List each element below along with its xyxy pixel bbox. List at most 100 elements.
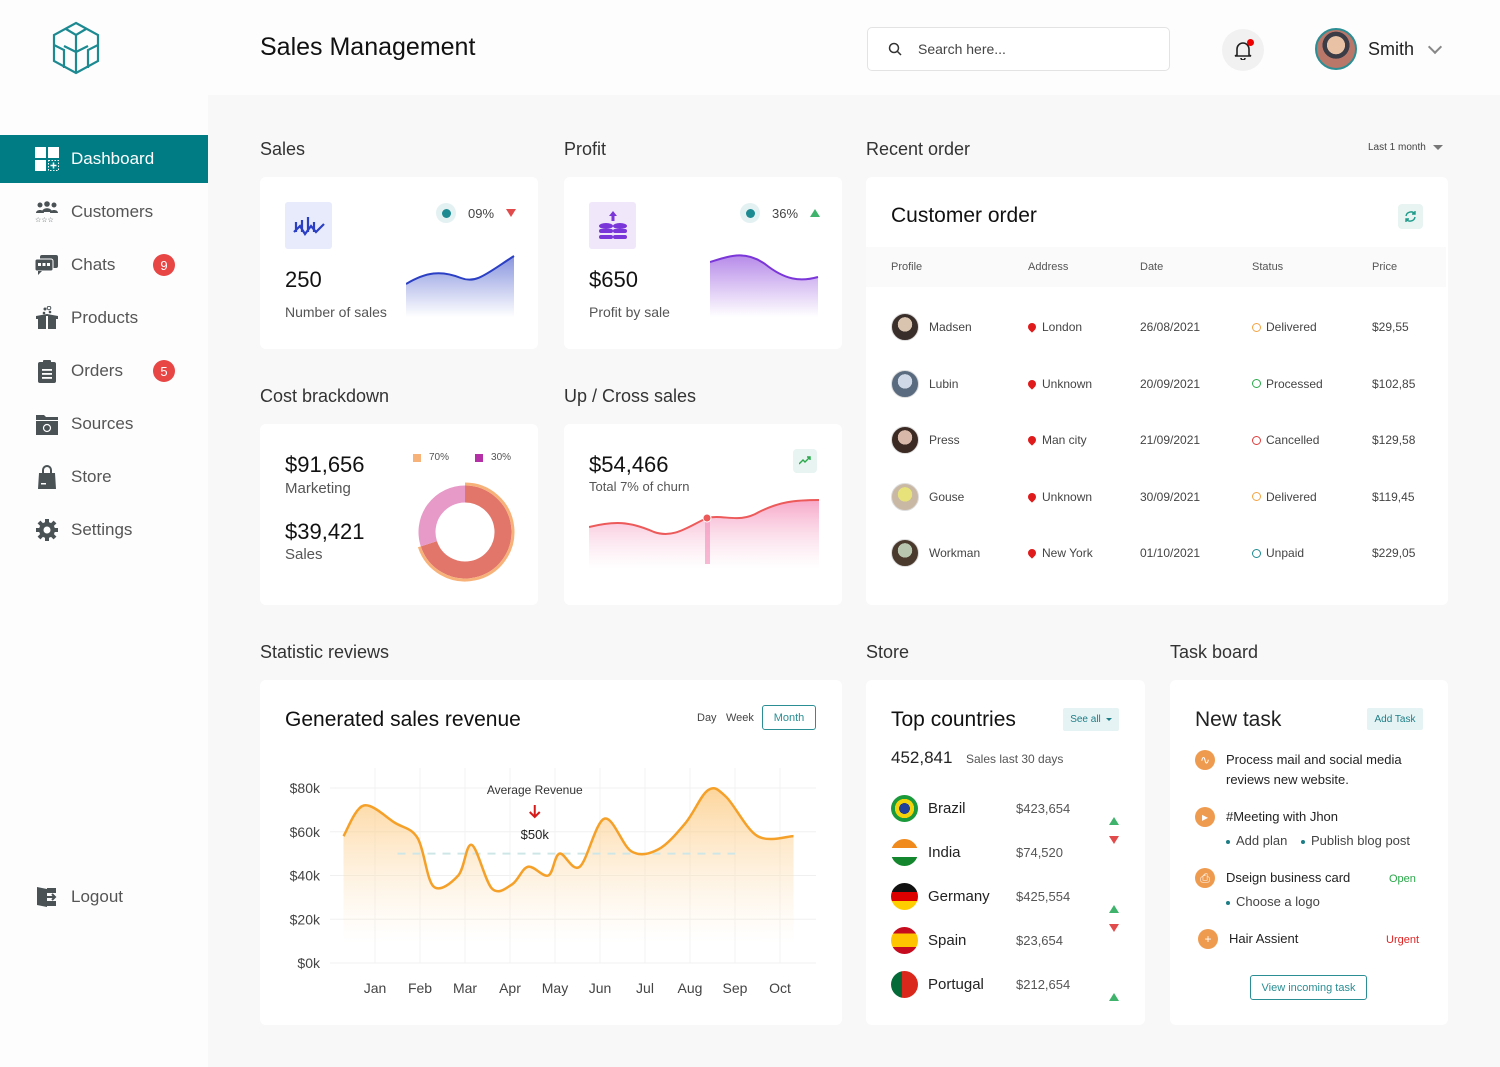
indicator-icon — [740, 203, 760, 223]
date-cell: 26/08/2021 — [1140, 320, 1201, 334]
country-row[interactable]: Brazil $423,654 — [891, 793, 1121, 825]
sidebar-item-products[interactable]: Products — [0, 294, 208, 342]
marketing-label: Marketing — [285, 480, 351, 497]
country-row[interactable]: Germany $425,554 — [891, 881, 1121, 913]
country-row[interactable]: Portugal $212,654 — [891, 969, 1121, 1001]
country-value: $423,654 — [1016, 800, 1071, 816]
notifications-button[interactable] — [1222, 29, 1264, 71]
settings-icon — [35, 518, 59, 542]
date-cell: 21/09/2021 — [1140, 433, 1201, 447]
customers-icon: ☆☆☆ — [35, 200, 59, 224]
refresh-icon — [1405, 211, 1416, 222]
tab-day[interactable]: Day — [697, 712, 717, 724]
table-row[interactable]: Lubin Unknown 20/09/2021 Processed $102,… — [866, 356, 1446, 412]
status-value: Unpaid — [1266, 546, 1305, 560]
sidebar-item-orders[interactable]: Orders 5 — [0, 347, 208, 395]
x-tick-label: Jan — [364, 980, 387, 996]
sidebar-item-label: Orders — [71, 361, 123, 380]
see-all-button[interactable]: See all — [1063, 708, 1119, 731]
country-value: $23,654 — [1016, 932, 1063, 948]
status-cell: Processed — [1252, 377, 1323, 391]
sidebar-item-dashboard[interactable]: Dashboard — [0, 135, 208, 183]
view-incoming-task-button[interactable]: View incoming task — [1250, 975, 1367, 1000]
sales-total: 452,841 — [891, 748, 953, 767]
subtask[interactable]: Publish blog post — [1301, 833, 1410, 848]
sources-icon — [35, 412, 59, 436]
tab-week[interactable]: Week — [726, 712, 754, 724]
task-card: New task Add Task ∿ Process mail and soci… — [1170, 680, 1448, 1025]
orders-filter-dropdown[interactable]: Last 1 month — [1368, 142, 1443, 153]
sidebar-item-customers[interactable]: ☆☆☆ Customers — [0, 188, 208, 236]
logout-button[interactable]: Logout — [35, 885, 123, 909]
user-menu[interactable]: Smith — [1315, 28, 1443, 70]
orders-section-title: Recent order — [866, 139, 971, 159]
profile-cell: Workman — [891, 539, 980, 567]
task-label: Dseign business card — [1226, 870, 1351, 885]
table-row[interactable]: Press Man city 21/09/2021 Cancelled $129… — [866, 412, 1446, 468]
task-status-open: Open — [1389, 873, 1416, 885]
trending-up-button[interactable] — [793, 449, 817, 473]
status-cell: Delivered — [1252, 320, 1317, 334]
y-tick-label: $0k — [297, 955, 321, 971]
location-pin-icon — [1026, 377, 1038, 390]
table-row[interactable]: Madsen London 26/08/2021 Delivered $29,5… — [866, 299, 1446, 355]
logo-cube-icon — [52, 21, 100, 75]
task-item[interactable]: + Hair Assient — [1198, 929, 1298, 949]
address-value: Unknown — [1042, 376, 1093, 391]
store-icon — [35, 465, 59, 489]
trend-down-icon — [1109, 923, 1119, 949]
profile-cell: Madsen — [891, 313, 972, 341]
column-header: Date — [1140, 261, 1164, 273]
sidebar-item-label: Dashboard — [71, 149, 155, 168]
country-row[interactable]: India $74,520 — [891, 835, 1121, 867]
profile-cell: Lubin — [891, 369, 958, 398]
sales-label: Number of sales — [285, 304, 387, 320]
avatar — [891, 426, 919, 454]
sidebar-item-chats[interactable]: Chats 9 — [0, 241, 208, 289]
subtask[interactable]: Add plan — [1226, 833, 1287, 848]
orders-filter-label: Last 1 month — [1368, 142, 1426, 153]
cross-label: Total 7% of churn — [589, 479, 690, 494]
status-value: Delivered — [1266, 489, 1317, 504]
subtask[interactable]: Choose a logo — [1226, 894, 1320, 909]
activity-icon: ∿ — [1195, 750, 1215, 770]
location-pin-icon — [1026, 321, 1038, 333]
refresh-button[interactable] — [1398, 204, 1423, 229]
status-cell: Delivered — [1252, 490, 1317, 504]
profit-sparkline — [710, 254, 819, 317]
location-pin-icon — [1026, 434, 1038, 446]
cost-donut-chart — [417, 482, 515, 582]
profit-value: $650 — [589, 267, 638, 292]
sidebar-item-store[interactable]: Store — [0, 453, 208, 501]
sidebar-item-settings[interactable]: Settings — [0, 506, 208, 554]
tab-month[interactable]: Month — [762, 705, 816, 730]
table-row[interactable]: Workman New York 01/10/2021 Unpaid $229,… — [866, 525, 1446, 581]
task-item[interactable]: ⎙ Dseign business card — [1195, 868, 1350, 888]
country-row[interactable]: Spain $23,654 — [891, 923, 1121, 955]
orders-icon — [35, 359, 59, 383]
add-task-button[interactable]: Add Task — [1367, 708, 1423, 730]
sidebar-item-sources[interactable]: Sources — [0, 400, 208, 448]
caret-down-icon — [1105, 718, 1112, 721]
status-cell: Cancelled — [1252, 433, 1319, 447]
customer-order-title: Customer order — [891, 204, 1037, 227]
brazil-flag-icon — [891, 794, 918, 822]
search-box[interactable] — [867, 27, 1170, 71]
customer-order-card: Customer order Profile Address Date Stat… — [866, 177, 1448, 605]
cost-sales-value: $39,421 — [285, 519, 365, 544]
profit-label: Profit by sale — [589, 304, 670, 320]
task-item[interactable]: ∿ Process mail and social media reviews n… — [1195, 750, 1415, 790]
task-item[interactable]: ▸ #Meeting with Jhon — [1195, 807, 1338, 827]
address-cell: Man city — [1026, 433, 1087, 447]
address-cell: New York — [1026, 546, 1093, 560]
status-value: Processed — [1266, 376, 1323, 391]
cross-value: $54,466 — [589, 452, 669, 477]
marketing-value: $91,656 — [285, 452, 365, 477]
table-row[interactable]: Gouse Unknown 30/09/2021 Delivered $119,… — [866, 469, 1446, 525]
y-tick-label: $20k — [290, 911, 321, 927]
chats-icon — [35, 253, 59, 277]
search-input[interactable] — [918, 41, 1138, 57]
trending-up-icon — [799, 456, 811, 465]
country-value: $74,520 — [1016, 844, 1063, 860]
revenue-card: Generated sales revenue Day Week Month $… — [260, 680, 842, 1025]
